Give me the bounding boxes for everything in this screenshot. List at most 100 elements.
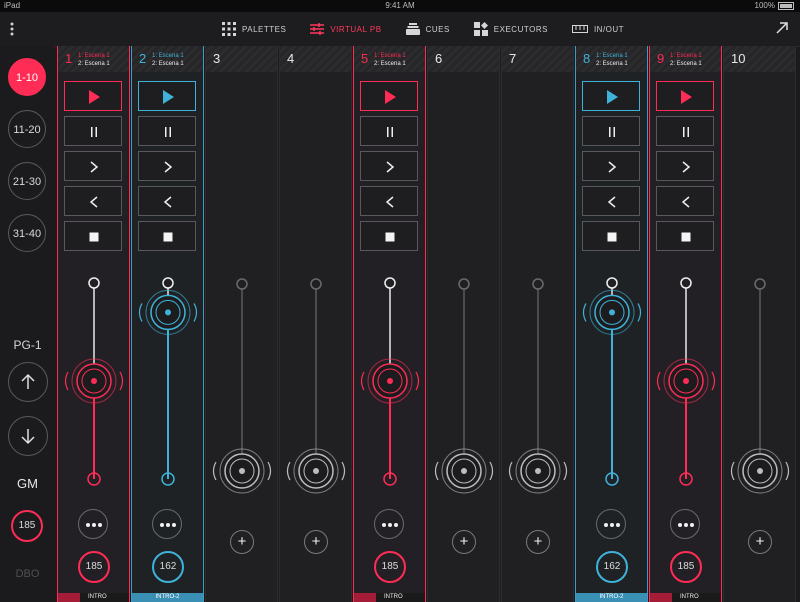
more-options-button[interactable] bbox=[596, 509, 626, 539]
fader-knob[interactable] bbox=[212, 448, 272, 494]
next-cue-button[interactable] bbox=[138, 151, 196, 181]
fader-knob[interactable] bbox=[508, 448, 568, 494]
more-options-button[interactable] bbox=[152, 509, 182, 539]
fader-knob[interactable] bbox=[64, 358, 124, 404]
add-playback-button[interactable]: + bbox=[452, 530, 476, 554]
playback-number: 10 bbox=[731, 51, 746, 66]
tab-palettes[interactable]: PALETTES bbox=[210, 12, 298, 46]
play-button[interactable] bbox=[582, 81, 640, 111]
fader-knob[interactable] bbox=[138, 289, 198, 335]
add-playback-button[interactable]: + bbox=[304, 530, 328, 554]
fader-knob[interactable] bbox=[582, 289, 642, 335]
strip-header[interactable]: 8 1: Escena 1 2: Escena 1 bbox=[576, 46, 647, 72]
playback-strip-4: 4 + bbox=[279, 46, 352, 602]
playback-number: 8 bbox=[583, 51, 591, 66]
playback-fader[interactable] bbox=[428, 271, 501, 496]
playback-fader[interactable] bbox=[576, 271, 649, 496]
prev-cue-button[interactable] bbox=[138, 186, 196, 216]
pause-button[interactable] bbox=[582, 116, 640, 146]
bank-button-1-10[interactable]: 1-10 bbox=[8, 58, 46, 96]
prev-cue-button[interactable] bbox=[656, 186, 714, 216]
fader-knob[interactable] bbox=[434, 448, 494, 494]
cue-list: 1: Escena 1 2: Escena 1 bbox=[374, 52, 406, 68]
play-button[interactable] bbox=[64, 81, 122, 111]
play-button[interactable] bbox=[138, 81, 196, 111]
bank-button-21-30[interactable]: 21-30 bbox=[8, 162, 46, 200]
prev-cue-button[interactable] bbox=[64, 186, 122, 216]
more-vertical-icon[interactable] bbox=[9, 21, 15, 37]
fader-knob[interactable] bbox=[656, 358, 716, 404]
next-cue-button[interactable] bbox=[64, 151, 122, 181]
strip-header[interactable]: 4 bbox=[280, 46, 351, 72]
strip-header[interactable]: 2 1: Escena 1 2: Escena 1 bbox=[132, 46, 203, 72]
pause-button[interactable] bbox=[64, 116, 122, 146]
expand-arrow-icon[interactable] bbox=[774, 20, 790, 36]
grand-master-label: GM bbox=[17, 476, 38, 491]
playback-fader[interactable] bbox=[280, 271, 353, 496]
grand-master-knob[interactable]: 185 bbox=[11, 510, 43, 542]
stop-button[interactable] bbox=[360, 221, 418, 251]
prev-cue-button[interactable] bbox=[360, 186, 418, 216]
dbo-button[interactable]: DBO bbox=[0, 568, 55, 580]
stop-button[interactable] bbox=[656, 221, 714, 251]
strip-header[interactable]: 3 bbox=[206, 46, 277, 72]
tab-virtual-pb[interactable]: VIRTUAL PB bbox=[298, 12, 393, 46]
stop-button[interactable] bbox=[138, 221, 196, 251]
playback-level-knob[interactable]: 185 bbox=[78, 551, 110, 583]
tab-executors[interactable]: EXECUTORS bbox=[462, 12, 560, 46]
playback-fader[interactable] bbox=[206, 271, 279, 496]
next-cue-button[interactable] bbox=[582, 151, 640, 181]
add-playback-button[interactable]: + bbox=[526, 530, 550, 554]
more-options-button[interactable] bbox=[374, 509, 404, 539]
pause-button[interactable] bbox=[656, 116, 714, 146]
next-cue-button[interactable] bbox=[360, 151, 418, 181]
pause-button[interactable] bbox=[138, 116, 196, 146]
fader-knob[interactable] bbox=[730, 448, 790, 494]
tab-cues[interactable]: CUES bbox=[394, 12, 462, 46]
fader-knob[interactable] bbox=[360, 358, 420, 404]
pause-button[interactable] bbox=[360, 116, 418, 146]
strip-header[interactable]: 9 1: Escena 1 2: Escena 1 bbox=[650, 46, 721, 72]
playback-level-knob[interactable]: 185 bbox=[670, 551, 702, 583]
stop-button[interactable] bbox=[582, 221, 640, 251]
sliders-icon bbox=[310, 23, 325, 35]
current-cue: 1: Escena 1 bbox=[78, 53, 110, 59]
playback-strip-9: 9 1: Escena 1 2: Escena 1 185 INTRO bbox=[649, 46, 722, 602]
inout-icon bbox=[571, 25, 588, 33]
tab-label: PALETTES bbox=[242, 24, 287, 34]
page-up-button[interactable] bbox=[8, 362, 48, 402]
strip-header[interactable]: 1 1: Escena 1 2: Escena 1 bbox=[58, 46, 129, 72]
page-down-button[interactable] bbox=[8, 416, 48, 456]
play-button[interactable] bbox=[656, 81, 714, 111]
strip-header[interactable]: 5 1: Escena 1 2: Escena 1 bbox=[354, 46, 425, 72]
fader-knob[interactable] bbox=[286, 448, 346, 494]
strip-header[interactable]: 7 bbox=[502, 46, 573, 72]
playback-number: 5 bbox=[361, 51, 369, 66]
add-playback-button[interactable]: + bbox=[748, 530, 772, 554]
chevron-left-icon bbox=[607, 196, 616, 208]
strip-header[interactable]: 10 bbox=[724, 46, 795, 72]
playback-strip-7: 7 + bbox=[501, 46, 574, 602]
playback-level-knob[interactable]: 162 bbox=[152, 551, 184, 583]
playback-fader[interactable] bbox=[650, 271, 723, 496]
bank-button-11-20[interactable]: 11-20 bbox=[8, 110, 46, 148]
stop-button[interactable] bbox=[64, 221, 122, 251]
add-playback-button[interactable]: + bbox=[230, 530, 254, 554]
playback-level-knob[interactable]: 185 bbox=[374, 551, 406, 583]
playback-fader[interactable] bbox=[354, 271, 427, 496]
tab-inout[interactable]: IN/OUT bbox=[560, 12, 636, 46]
bank-button-31-40[interactable]: 31-40 bbox=[8, 214, 46, 252]
next-cue-button[interactable] bbox=[656, 151, 714, 181]
more-options-button[interactable] bbox=[78, 509, 108, 539]
prev-cue-button[interactable] bbox=[582, 186, 640, 216]
playback-fader[interactable] bbox=[58, 271, 131, 496]
playback-level-knob[interactable]: 162 bbox=[596, 551, 628, 583]
playback-fader[interactable] bbox=[502, 271, 575, 496]
stop-icon bbox=[89, 232, 99, 242]
strip-header[interactable]: 6 bbox=[428, 46, 499, 72]
playback-name: INTRO bbox=[680, 594, 699, 600]
play-button[interactable] bbox=[360, 81, 418, 111]
playback-fader[interactable] bbox=[724, 271, 797, 496]
more-options-button[interactable] bbox=[670, 509, 700, 539]
playback-fader[interactable] bbox=[132, 271, 205, 496]
